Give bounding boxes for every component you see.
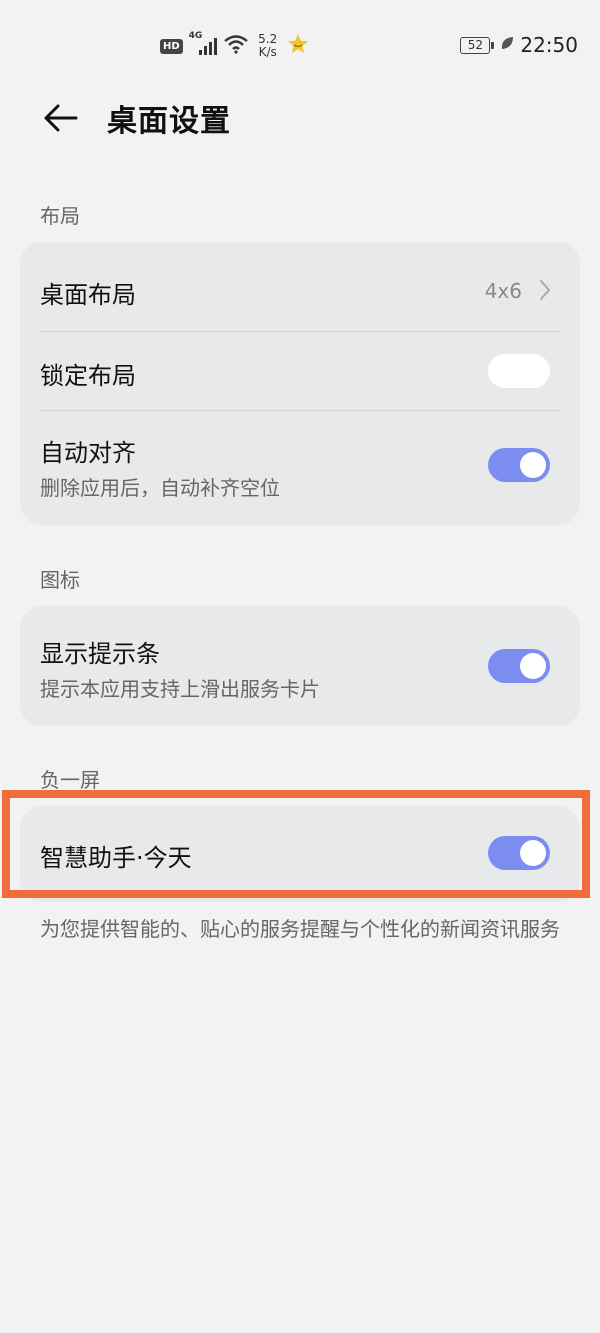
show-hint-bar-subtitle: 提示本应用支持上滑出服务卡片 xyxy=(40,677,320,701)
network-speed: 5.2 K/s xyxy=(255,33,281,59)
status-bar: HD 4G 5.2 K/s 52 22:50 xyxy=(0,0,600,90)
battery-icon: 52 xyxy=(460,36,495,54)
status-right-group: 52 22:50 xyxy=(460,32,578,58)
auto-align-subtitle: 删除应用后，自动补齐空位 xyxy=(40,476,280,500)
auto-align-toggle[interactable] xyxy=(488,448,550,482)
smart-assistant-toggle[interactable] xyxy=(488,836,550,870)
hd-icon: HD xyxy=(160,38,183,54)
lock-layout-row[interactable]: 锁定布局 xyxy=(20,332,580,411)
status-time: 22:50 xyxy=(520,33,578,57)
arrow-left-icon xyxy=(44,104,78,132)
wifi-icon xyxy=(223,34,249,58)
speed-unit: K/s xyxy=(258,45,277,59)
show-hint-bar-title: 显示提示条 xyxy=(40,640,160,668)
smart-assistant-title: 智慧助手·今天 xyxy=(40,844,192,872)
smart-assistant-row[interactable]: 智慧助手·今天 xyxy=(20,806,580,902)
app-header: 桌面设置 xyxy=(0,88,600,148)
back-button[interactable] xyxy=(36,94,84,142)
minus-one-card: 智慧助手·今天 xyxy=(20,806,580,902)
show-hint-bar-row[interactable]: 显示提示条 提示本应用支持上滑出服务卡片 xyxy=(20,606,580,726)
desktop-layout-value: 4x6 xyxy=(484,279,522,303)
smart-assistant-description: 为您提供智能的、贴心的服务提醒与个性化的新闻资讯服务 xyxy=(40,917,560,941)
desktop-layout-title: 桌面布局 xyxy=(40,281,136,309)
desktop-layout-row[interactable]: 桌面布局 4x6 xyxy=(20,242,580,331)
lock-layout-title: 锁定布局 xyxy=(40,362,136,390)
show-hint-bar-toggle[interactable] xyxy=(488,649,550,683)
section-label-icons: 图标 xyxy=(40,568,80,592)
auto-align-row[interactable]: 自动对齐 删除应用后，自动补齐空位 xyxy=(20,411,580,525)
auto-align-title: 自动对齐 xyxy=(40,439,136,467)
icons-card: 显示提示条 提示本应用支持上滑出服务卡片 xyxy=(20,606,580,726)
status-left-group: HD 4G 5.2 K/s xyxy=(160,30,309,62)
star-icon xyxy=(287,33,309,59)
signal-icon: 4G xyxy=(189,31,217,57)
network-type-label: 4G xyxy=(188,31,203,41)
section-label-minus-one: 负一屏 xyxy=(40,768,100,792)
leaf-icon xyxy=(500,35,514,55)
section-label-layout: 布局 xyxy=(40,204,80,228)
toggle-knob xyxy=(520,840,546,866)
page-title: 桌面设置 xyxy=(107,104,231,139)
toggle-knob xyxy=(520,452,546,478)
layout-card: 桌面布局 4x6 锁定布局 自动对齐 删除应用后，自动补齐空位 xyxy=(20,242,580,525)
chevron-right-icon xyxy=(540,280,551,300)
toggle-knob xyxy=(520,653,546,679)
lock-layout-toggle[interactable] xyxy=(488,354,550,388)
